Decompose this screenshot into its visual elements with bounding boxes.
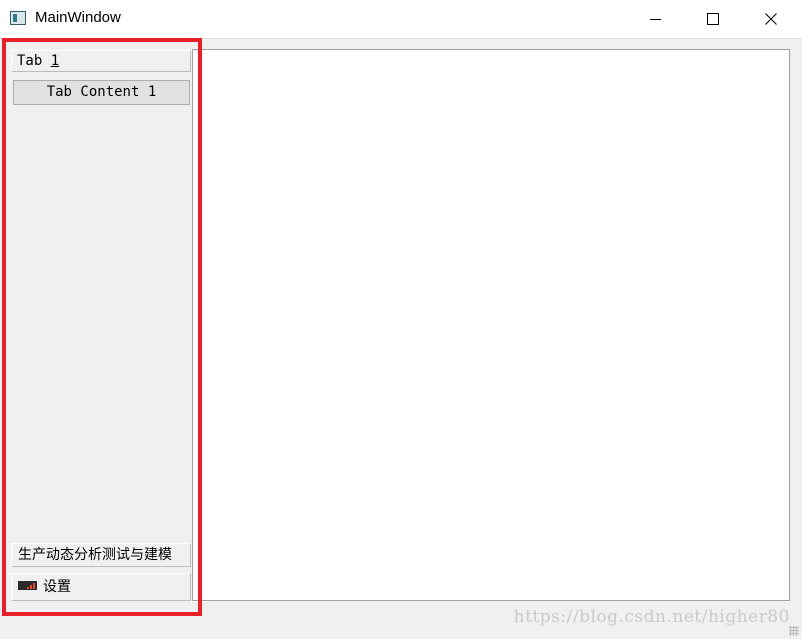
close-icon <box>765 13 777 25</box>
title-bar: MainWindow <box>0 0 802 39</box>
minimize-button[interactable] <box>626 0 684 38</box>
window-title: MainWindow <box>35 9 121 26</box>
maximize-button[interactable] <box>684 0 742 38</box>
maximize-icon <box>707 13 719 25</box>
resize-grip[interactable] <box>789 626 799 636</box>
watermark-url: https://blog.csdn.net/higher80 <box>513 607 790 627</box>
minimize-icon <box>649 18 661 20</box>
highlight-annotation-frame <box>2 38 202 616</box>
close-button[interactable] <box>742 0 800 38</box>
main-content-area[interactable] <box>192 49 790 601</box>
qt-app-icon <box>10 11 26 25</box>
